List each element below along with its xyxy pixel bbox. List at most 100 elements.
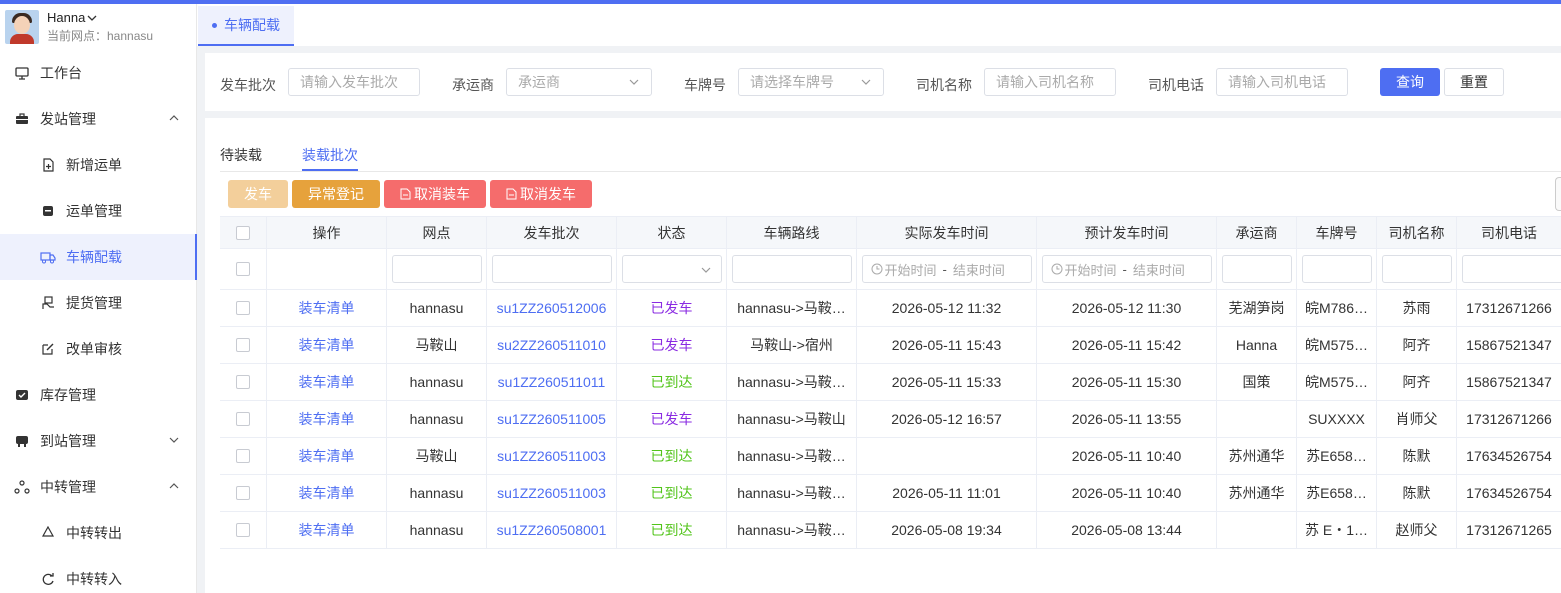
sidebar-item-transfer-in[interactable]: 中转转入 — [0, 556, 196, 593]
avatar[interactable] — [5, 10, 39, 44]
table-cell: 15867521347 — [1457, 327, 1561, 363]
filter-row-checkbox[interactable] — [236, 262, 250, 276]
driver-filter-input[interactable] — [1381, 255, 1452, 283]
carrier-select[interactable]: 承运商 — [506, 68, 652, 96]
table-row[interactable]: 装车清单 hannasu su1ZZ260511003 已到达 hannasu->马鞍…… — [220, 475, 1561, 512]
sidebar-item-label: 发站管理 — [40, 111, 96, 127]
depart-button[interactable]: 发车 — [228, 180, 288, 208]
row-select-cell[interactable] — [220, 290, 267, 326]
carrier-cell: 苏州通华 — [1228, 485, 1285, 501]
table-row[interactable]: 装车清单 马鞍山 su1ZZ260511003 已到达 hannasu->马鞍… 2026… — [220, 438, 1561, 475]
batch-filter-input[interactable] — [491, 255, 612, 283]
table-cell: SUXXXX — [1297, 401, 1377, 437]
row-select-cell[interactable] — [220, 401, 267, 437]
site-cell: hannasu — [409, 300, 464, 316]
phone-input[interactable]: 请输入司机电话 — [1216, 68, 1348, 96]
row-select-cell[interactable] — [220, 438, 267, 474]
carrier-cell: 芜湖笋岗 — [1228, 300, 1285, 316]
exception-register-button[interactable]: 异常登记 — [292, 180, 380, 208]
route-cell: hannasu->马鞍… — [737, 522, 846, 538]
panel-scroll-handle[interactable] — [1555, 177, 1561, 211]
plan-time-cell: 2026-05-11 10:40 — [1071, 448, 1182, 464]
select-all-checkbox[interactable] — [236, 225, 250, 240]
cancel-depart-button[interactable]: 取消发车 — [490, 180, 592, 208]
sidebar-item-new-waybill[interactable]: 新增运单 — [0, 142, 196, 188]
table-row[interactable]: 装车清单 hannasu su1ZZ260511005 已发车 hannasu->马鞍山… — [220, 401, 1561, 438]
route-filter-input[interactable] — [731, 255, 852, 283]
row-select-cell[interactable] — [220, 327, 267, 363]
sidebar-item-arrival[interactable]: 到站管理 — [0, 418, 196, 464]
carrier-filter-input[interactable] — [1221, 255, 1292, 283]
row-checkbox[interactable] — [236, 375, 250, 389]
row-checkbox[interactable] — [236, 486, 250, 500]
load-list-link[interactable]: 装车清单 — [299, 335, 355, 355]
cancel-depart-label: 取消发车 — [520, 186, 576, 202]
user-panel[interactable]: Hanna 当前网点：hannasu — [0, 4, 196, 50]
table-cell: 2026-05-11 10:40 — [1037, 475, 1217, 511]
driver-input[interactable]: 请输入司机名称 — [984, 68, 1116, 96]
row-checkbox[interactable] — [236, 301, 250, 315]
load-list-link[interactable]: 装车清单 — [299, 520, 355, 540]
tab-load-batches[interactable]: 装载批次 — [302, 145, 358, 165]
row-checkbox[interactable] — [236, 412, 250, 426]
batch-link[interactable]: su2ZZ260511010 — [497, 337, 606, 353]
range-separator: - — [1122, 261, 1127, 277]
actual-time-cell: 2026-05-11 11:01 — [892, 485, 1001, 501]
batch-link[interactable]: su1ZZ260511011 — [498, 374, 606, 390]
load-list-link[interactable]: 装车清单 — [299, 372, 355, 392]
table-row[interactable]: 装车清单 hannasu su1ZZ260511011 已到达 hannasu->马鞍…… — [220, 364, 1561, 401]
site-cell: hannasu — [409, 522, 464, 538]
row-select-cell[interactable] — [220, 512, 267, 548]
plan-time-range-picker[interactable]: 开始时间 - 结束时间 — [1041, 255, 1212, 283]
status-filter-select[interactable] — [621, 255, 722, 283]
sidebar-item-waybill-manage[interactable]: 运单管理 — [0, 188, 196, 234]
range-end: 结束时间 — [952, 262, 1005, 278]
route-cell: hannasu->马鞍… — [737, 448, 846, 464]
load-list-link[interactable]: 装车清单 — [299, 483, 355, 503]
sidebar-item-dispatch[interactable]: 发站管理 — [0, 96, 196, 142]
actual-time-range-picker[interactable]: 开始时间 - 结束时间 — [861, 255, 1032, 283]
select-all-cell[interactable] — [220, 217, 267, 248]
phone-filter-input[interactable] — [1462, 255, 1561, 283]
sidebar-item-transfer[interactable]: 中转管理 — [0, 464, 196, 510]
user-menu[interactable]: Hanna — [47, 10, 153, 25]
route-cell: hannasu->马鞍… — [737, 485, 846, 501]
range-end: 结束时间 — [1132, 262, 1185, 278]
actual-time-cell: 2026-05-12 16:57 — [891, 411, 1002, 427]
batch-link[interactable]: su1ZZ260511003 — [497, 448, 606, 464]
table-row[interactable]: 装车清单 hannasu su1ZZ260508001 已到达 hannasu->马鞍…… — [220, 512, 1561, 549]
load-list-link[interactable]: 装车清单 — [299, 298, 355, 318]
sidebar-item-transfer-out[interactable]: 中转转出 — [0, 510, 196, 556]
reset-button[interactable]: 重置 — [1444, 68, 1504, 96]
table-cell: 皖M575… — [1297, 327, 1377, 363]
batch-link[interactable]: su1ZZ260512006 — [497, 300, 607, 316]
row-checkbox[interactable] — [236, 523, 250, 537]
table-row[interactable]: 装车清单 hannasu su1ZZ260512006 已发车 hannasu->马鞍…… — [220, 290, 1561, 327]
plate-filter-input[interactable] — [1301, 255, 1372, 283]
batch-input[interactable]: 请输入发车批次 — [288, 68, 420, 96]
sidebar-item-pickup[interactable]: 提货管理 — [0, 280, 196, 326]
batch-link[interactable]: su1ZZ260511003 — [497, 485, 606, 501]
table-row[interactable]: 装车清单 马鞍山 su2ZZ260511010 已发车 马鞍山->宿州 2026-05-1… — [220, 327, 1561, 364]
plate-select[interactable]: 请选择车牌号 — [738, 68, 884, 96]
row-checkbox[interactable] — [236, 449, 250, 463]
load-list-link[interactable]: 装车清单 — [299, 409, 355, 429]
sidebar-item-vehicle-loading[interactable]: 车辆配载 — [0, 234, 197, 280]
sidebar-item-workbench[interactable]: 工作台 — [0, 50, 196, 96]
batch-link[interactable]: su1ZZ260511005 — [497, 411, 606, 427]
sidebar-item-change-review[interactable]: 改单审核 — [0, 326, 196, 372]
filter-select-cell[interactable] — [220, 249, 267, 289]
row-select-cell[interactable] — [220, 364, 267, 400]
search-button[interactable]: 查询 — [1380, 68, 1440, 96]
load-list-link[interactable]: 装车清单 — [299, 446, 355, 466]
tab-vehicle-loading[interactable]: 车辆配载 — [198, 6, 294, 46]
site-filter-input[interactable] — [391, 255, 482, 283]
tab-pending-load[interactable]: 待装载 — [220, 145, 262, 165]
row-select-cell[interactable] — [220, 475, 267, 511]
sidebar-item-inventory[interactable]: 库存管理 — [0, 372, 196, 418]
row-checkbox[interactable] — [236, 338, 250, 352]
cancel-load-button[interactable]: 取消装车 — [384, 180, 486, 208]
col-header: 实际发车时间 — [857, 217, 1037, 248]
batch-link[interactable]: su1ZZ260508001 — [497, 522, 607, 538]
sidebar-item-label: 到站管理 — [40, 433, 96, 449]
